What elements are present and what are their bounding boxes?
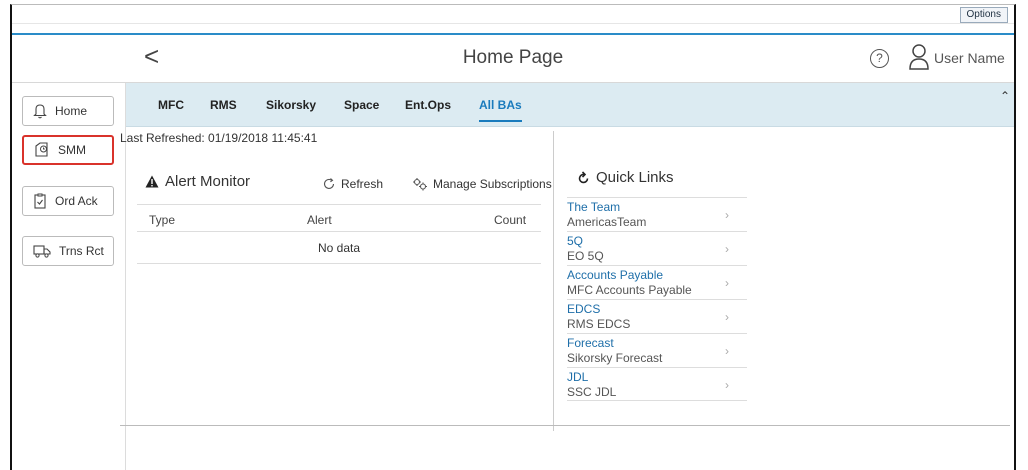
page-title: Home Page xyxy=(462,47,564,68)
bell-icon xyxy=(33,104,47,119)
sidebar-item-label: SMM xyxy=(58,143,86,157)
refresh-icon xyxy=(323,178,335,189)
quick-link-subtitle: AmericasTeam xyxy=(567,215,647,229)
clock-doc-icon xyxy=(35,142,48,157)
quick-link-subtitle: RMS EDCS xyxy=(567,317,631,331)
quick-links-title: Quick Links xyxy=(578,169,674,186)
quick-link-name[interactable]: Accounts Payable xyxy=(567,268,663,282)
chevron-right-icon[interactable]: › xyxy=(725,310,729,324)
help-icon[interactable]: ? xyxy=(870,49,889,68)
sidebar-item-label: Ord Ack xyxy=(55,194,98,208)
alert-table-header: Type Alert Count xyxy=(137,204,541,232)
quick-link-item[interactable]: The Team AmericasTeam › xyxy=(567,197,747,231)
column-header-count[interactable]: Count xyxy=(494,213,526,227)
tab-rms[interactable]: RMS xyxy=(210,98,237,112)
chevron-right-icon[interactable]: › xyxy=(725,276,729,290)
quick-link-item[interactable]: Forecast Sikorsky Forecast › xyxy=(567,333,747,367)
quick-link-name[interactable]: Forecast xyxy=(567,336,614,350)
sidebar-item-ord-ack[interactable]: Ord Ack xyxy=(22,186,114,216)
quick-link-subtitle: MFC Accounts Payable xyxy=(567,283,692,297)
refresh-arrow-icon xyxy=(578,170,589,183)
manage-subscriptions-label: Manage Subscriptions xyxy=(433,177,552,191)
business-area-tabs: MFC RMS Sikorsky Space Ent.Ops All BAs xyxy=(126,83,1014,127)
user-name-label[interactable]: User Name xyxy=(934,50,1005,66)
user-avatar-icon[interactable] xyxy=(908,44,930,70)
sidebar-item-home[interactable]: Home xyxy=(22,96,114,126)
scroll-up-icon[interactable]: ⌃ xyxy=(1000,89,1010,103)
sidebar-item-label: Trns Rct xyxy=(59,244,104,258)
quick-link-item[interactable]: Accounts Payable MFC Accounts Payable › xyxy=(567,265,747,299)
panel-divider xyxy=(553,131,554,431)
app-header: < Home Page ? User Name xyxy=(12,33,1014,83)
quick-links-label: Quick Links xyxy=(596,169,674,186)
quick-link-item[interactable]: 5Q EO 5Q › xyxy=(567,231,747,265)
warning-icon xyxy=(145,175,159,188)
tab-sikorsky[interactable]: Sikorsky xyxy=(266,98,316,112)
chevron-right-icon[interactable]: › xyxy=(725,208,729,222)
quick-link-subtitle: EO 5Q xyxy=(567,249,604,263)
column-header-type[interactable]: Type xyxy=(149,213,175,227)
refresh-button[interactable]: Refresh xyxy=(322,177,383,191)
quick-link-item[interactable]: EDCS RMS EDCS › xyxy=(567,299,747,333)
clipboard-check-icon xyxy=(34,193,46,209)
quick-links-list: The Team AmericasTeam › 5Q EO 5Q › Accou… xyxy=(567,197,747,401)
footer-divider xyxy=(120,425,1010,426)
chevron-right-icon[interactable]: › xyxy=(725,242,729,256)
last-refreshed-text: Last Refreshed: 01/19/2018 11:45:41 xyxy=(120,131,318,145)
tab-mfc[interactable]: MFC xyxy=(158,98,184,112)
quick-link-name[interactable]: EDCS xyxy=(567,302,600,316)
alert-table-empty: No data xyxy=(137,233,541,264)
refresh-label: Refresh xyxy=(341,177,384,191)
chevron-right-icon[interactable]: › xyxy=(725,344,729,358)
sidebar: Home SMM Ord Ack Trns Rct xyxy=(12,83,126,470)
alert-monitor-label: Alert Monitor xyxy=(165,173,251,190)
truck-icon xyxy=(33,245,51,258)
quick-link-name[interactable]: The Team xyxy=(567,200,620,214)
quick-link-item[interactable]: JDL SSC JDL › xyxy=(567,367,747,401)
manage-subscriptions-button[interactable]: Manage Subscriptions xyxy=(412,177,552,191)
tab-ent-ops[interactable]: Ent.Ops xyxy=(405,98,451,112)
sidebar-item-trns-rct[interactable]: Trns Rct xyxy=(22,236,114,266)
quick-link-subtitle: SSC JDL xyxy=(567,385,617,399)
column-header-alert[interactable]: Alert xyxy=(307,213,332,227)
options-button[interactable]: Options xyxy=(959,7,1008,23)
top-strip: Options xyxy=(12,5,1014,24)
sidebar-item-label: Home xyxy=(55,104,88,118)
quick-link-subtitle: Sikorsky Forecast xyxy=(567,351,663,365)
tab-space[interactable]: Space xyxy=(344,98,379,112)
alert-monitor-title: Alert Monitor xyxy=(145,173,250,190)
sidebar-item-smm[interactable]: SMM xyxy=(22,135,114,165)
quick-link-name[interactable]: 5Q xyxy=(567,234,583,248)
gears-icon xyxy=(413,178,427,191)
chevron-right-icon[interactable]: › xyxy=(725,378,729,392)
tab-all-bas[interactable]: All BAs xyxy=(479,98,522,122)
quick-link-name[interactable]: JDL xyxy=(567,370,588,384)
